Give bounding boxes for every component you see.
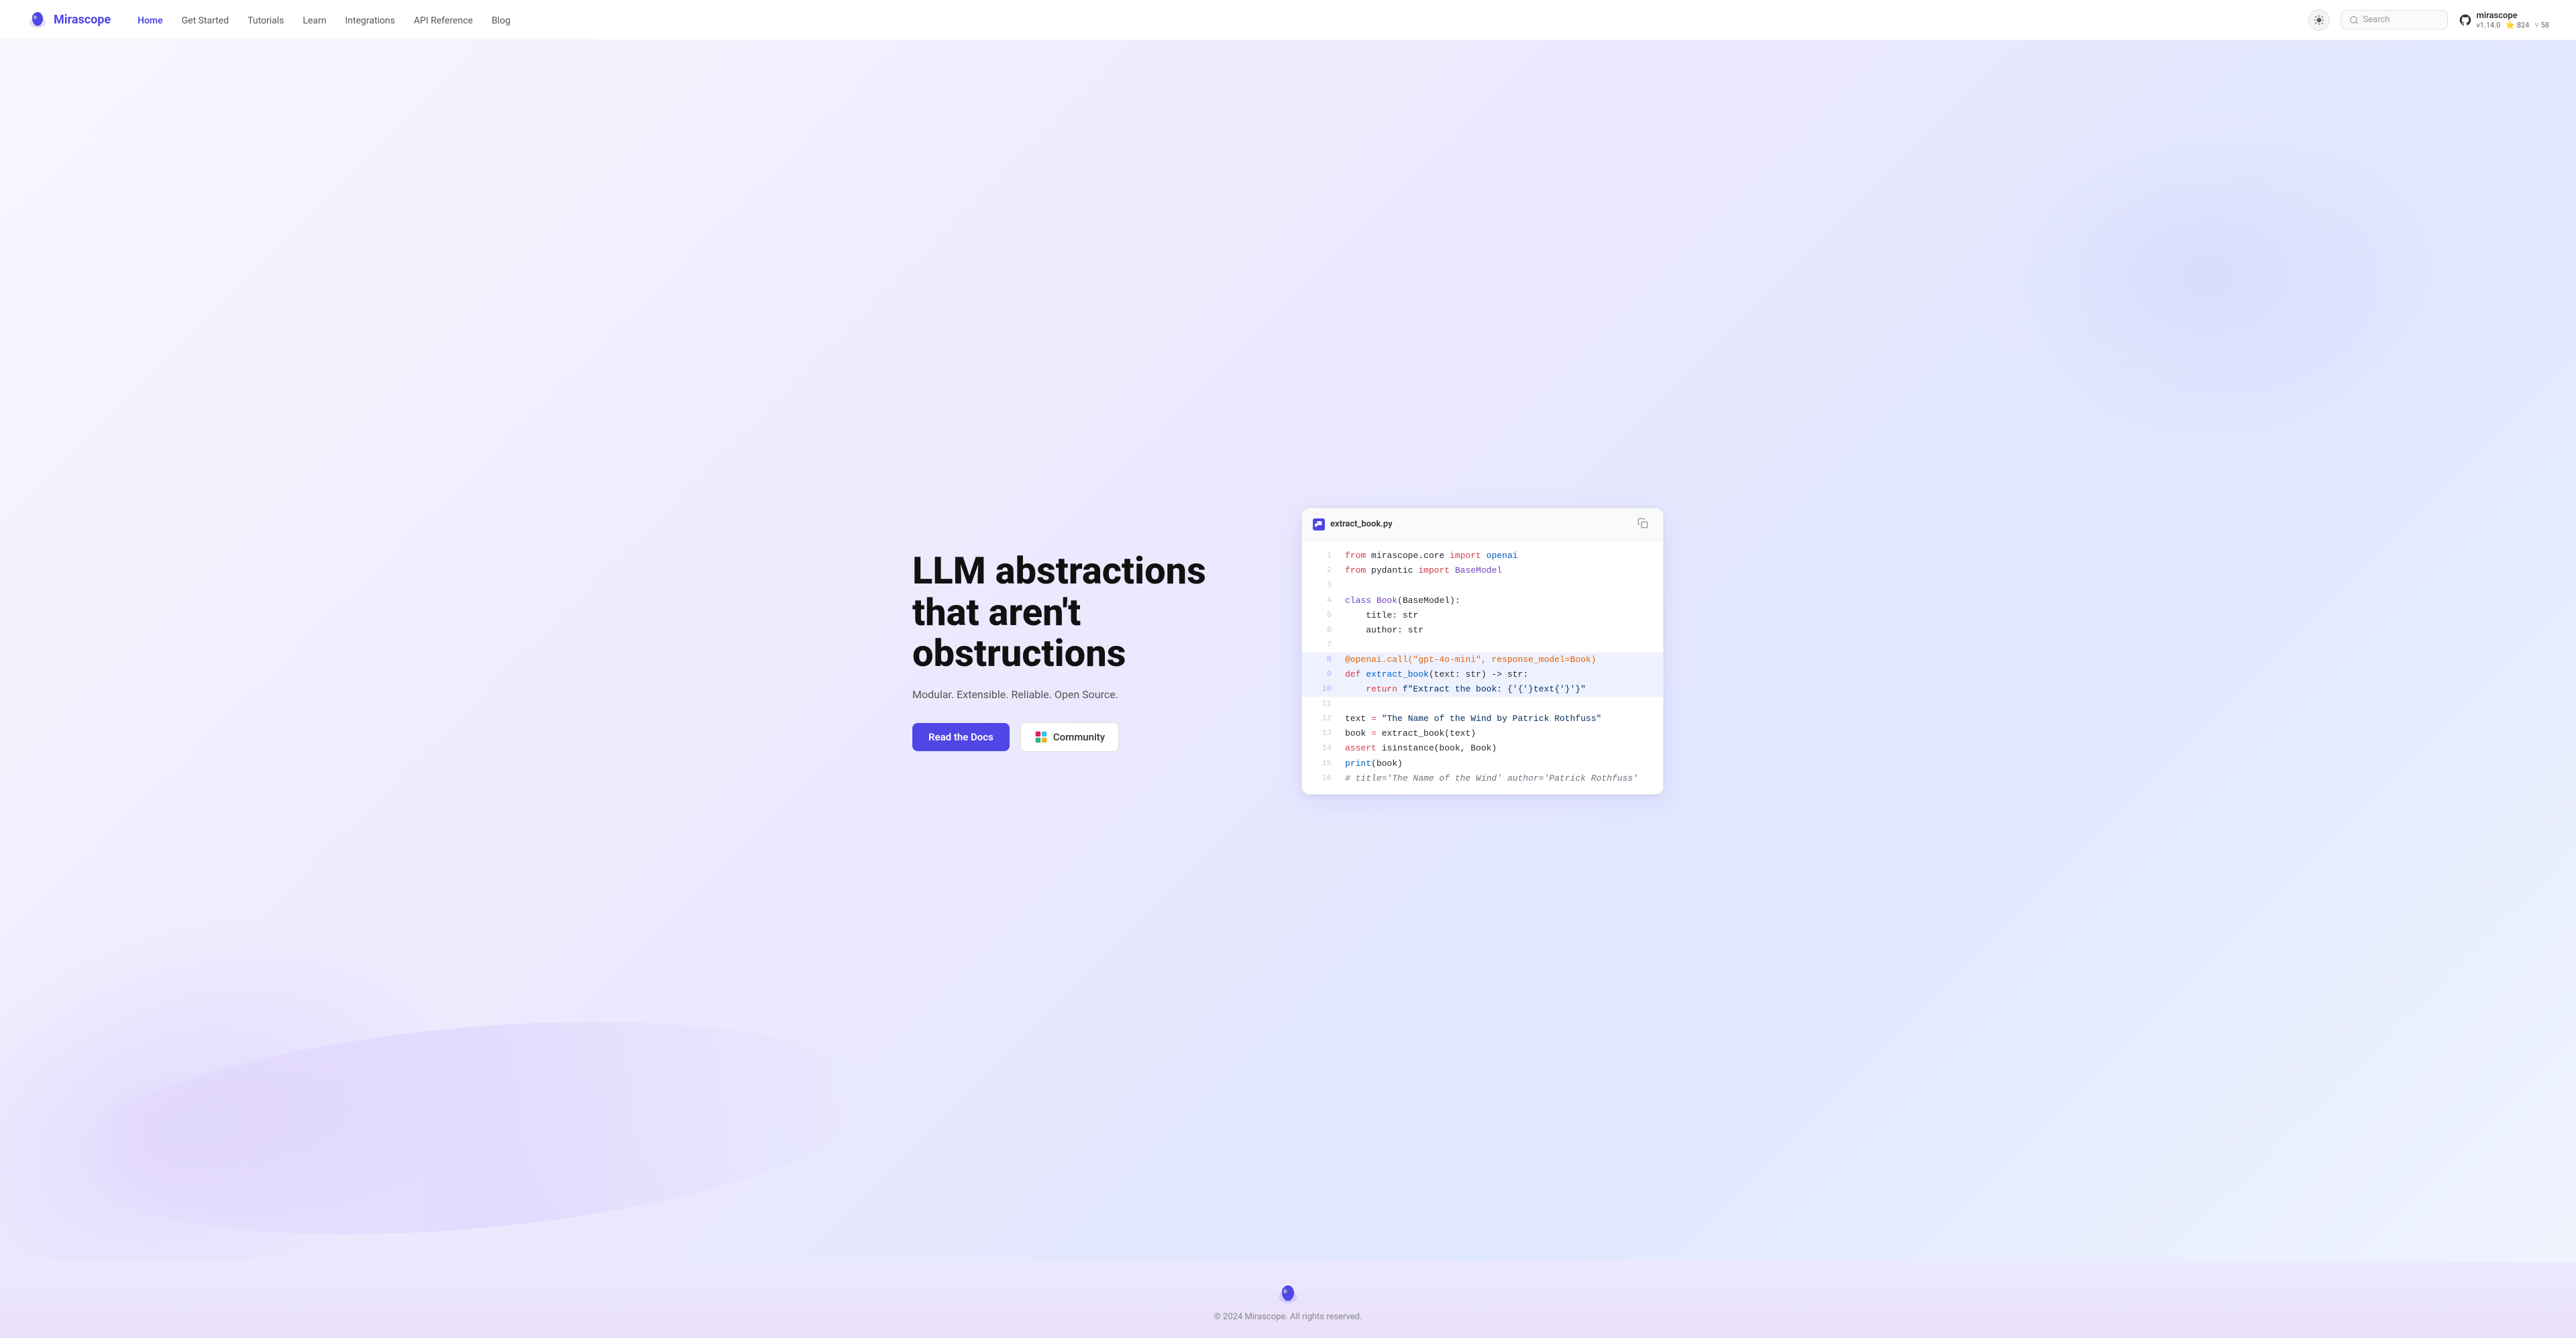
- github-stars: ⭐ 824: [2506, 21, 2529, 30]
- github-info: mirascope v1.14.0 ⭐ 824 ⑂ 58: [2476, 11, 2549, 30]
- code-line-12: 12text = "The Name of the Wind by Patric…: [1302, 712, 1663, 726]
- nav-links: Home Get Started Tutorials Learn Integra…: [138, 13, 2308, 26]
- hero-buttons: Read the Docs Community: [912, 722, 1261, 752]
- nav-blog[interactable]: Blog: [492, 15, 511, 26]
- footer-logo: [13, 1282, 2563, 1306]
- code-panel-file-icon: [1313, 518, 1325, 531]
- search-bar[interactable]: Search: [2341, 10, 2448, 30]
- footer-copyright: © 2024 Mirascope. All rights reserved.: [13, 1312, 2563, 1322]
- code-line-7: 7: [1302, 638, 1663, 653]
- hero-left: LLM abstractions that aren't obstruction…: [912, 551, 1261, 752]
- code-line-3: 3: [1302, 578, 1663, 593]
- github-icon: [2459, 13, 2472, 27]
- community-icon: [1034, 730, 1048, 744]
- code-line-6: 6 author: str: [1302, 623, 1663, 638]
- code-panel-header: extract_book.py: [1302, 508, 1663, 541]
- python-icon: [1315, 520, 1323, 528]
- hero-content: LLM abstractions that aren't obstruction…: [885, 467, 1690, 835]
- github-username: mirascope: [2476, 11, 2517, 21]
- code-panel-filename: extract_book.py: [1330, 519, 1393, 529]
- nav-logo-text: Mirascope: [54, 13, 111, 27]
- bg-wave-1: [0, 836, 520, 1262]
- nav-learn[interactable]: Learn: [303, 15, 326, 26]
- search-placeholder: Search: [2363, 15, 2390, 25]
- hero-section: LLM abstractions that aren't obstruction…: [0, 40, 2576, 1262]
- github-forks: ⑂ 58: [2534, 21, 2549, 30]
- nav-get-started[interactable]: Get Started: [182, 15, 229, 26]
- bg-wave-2: [1972, 107, 2442, 443]
- nav-api-reference[interactable]: API Reference: [414, 15, 473, 26]
- code-line-5: 5 title: str: [1302, 608, 1663, 623]
- copy-icon: [1638, 518, 1648, 528]
- read-docs-button[interactable]: Read the Docs: [912, 723, 1010, 751]
- nav-logo[interactable]: Mirascope: [27, 9, 111, 31]
- navbar: Mirascope Home Get Started Tutorials Lea…: [0, 0, 2576, 40]
- community-button[interactable]: Community: [1020, 722, 1119, 752]
- code-panel-title: extract_book.py: [1313, 518, 1393, 531]
- theme-icon: [2314, 15, 2324, 25]
- nav-home[interactable]: Home: [138, 15, 163, 26]
- code-line-8: 8@openai.call("gpt-4o-mini", response_mo…: [1302, 653, 1663, 667]
- search-icon: [2349, 15, 2359, 25]
- code-line-11: 11: [1302, 697, 1663, 712]
- code-line-9: 9def extract_book(text: str) -> str:: [1302, 667, 1663, 682]
- hero-title: LLM abstractions that aren't obstruction…: [912, 551, 1261, 675]
- code-line-1: 1from mirascope.core import openai: [1302, 549, 1663, 563]
- code-line-4: 4class Book(BaseModel):: [1302, 594, 1663, 608]
- code-line-14: 14assert isinstance(book, Book): [1302, 741, 1663, 756]
- footer-logo-icon: [1276, 1282, 1300, 1306]
- footer: © 2024 Mirascope. All rights reserved.: [0, 1262, 2576, 1338]
- code-line-13: 13book = extract_book(text): [1302, 726, 1663, 741]
- bg-wave-3: [60, 993, 879, 1262]
- logo-icon: [27, 9, 48, 31]
- hero-subtitle: Modular. Extensible. Reliable. Open Sour…: [912, 688, 1261, 701]
- github-version: v1.14.0: [2476, 21, 2500, 30]
- code-line-16: 16# title='The Name of the Wind' author=…: [1302, 771, 1663, 786]
- github-stats: v1.14.0 ⭐ 824 ⑂ 58: [2476, 21, 2549, 30]
- hero-right: extract_book.py 1from mirascope.core imp…: [1301, 508, 1664, 795]
- nav-integrations[interactable]: Integrations: [345, 15, 394, 26]
- code-line-10: 10 return f"Extract the book: {'{'}text{…: [1302, 682, 1663, 697]
- nav-tutorials[interactable]: Tutorials: [248, 15, 284, 26]
- code-line-2: 2from pydantic import BaseModel: [1302, 563, 1663, 578]
- theme-toggle-button[interactable]: [2308, 9, 2330, 31]
- code-body: 1from mirascope.core import openai 2from…: [1302, 541, 1663, 794]
- copy-button[interactable]: [1633, 516, 1652, 532]
- nav-right: Search mirascope v1.14.0 ⭐ 824 ⑂ 58: [2308, 9, 2549, 31]
- code-panel: extract_book.py 1from mirascope.core imp…: [1301, 508, 1664, 795]
- github-link[interactable]: mirascope v1.14.0 ⭐ 824 ⑂ 58: [2459, 11, 2549, 30]
- code-line-15: 15print(book): [1302, 757, 1663, 771]
